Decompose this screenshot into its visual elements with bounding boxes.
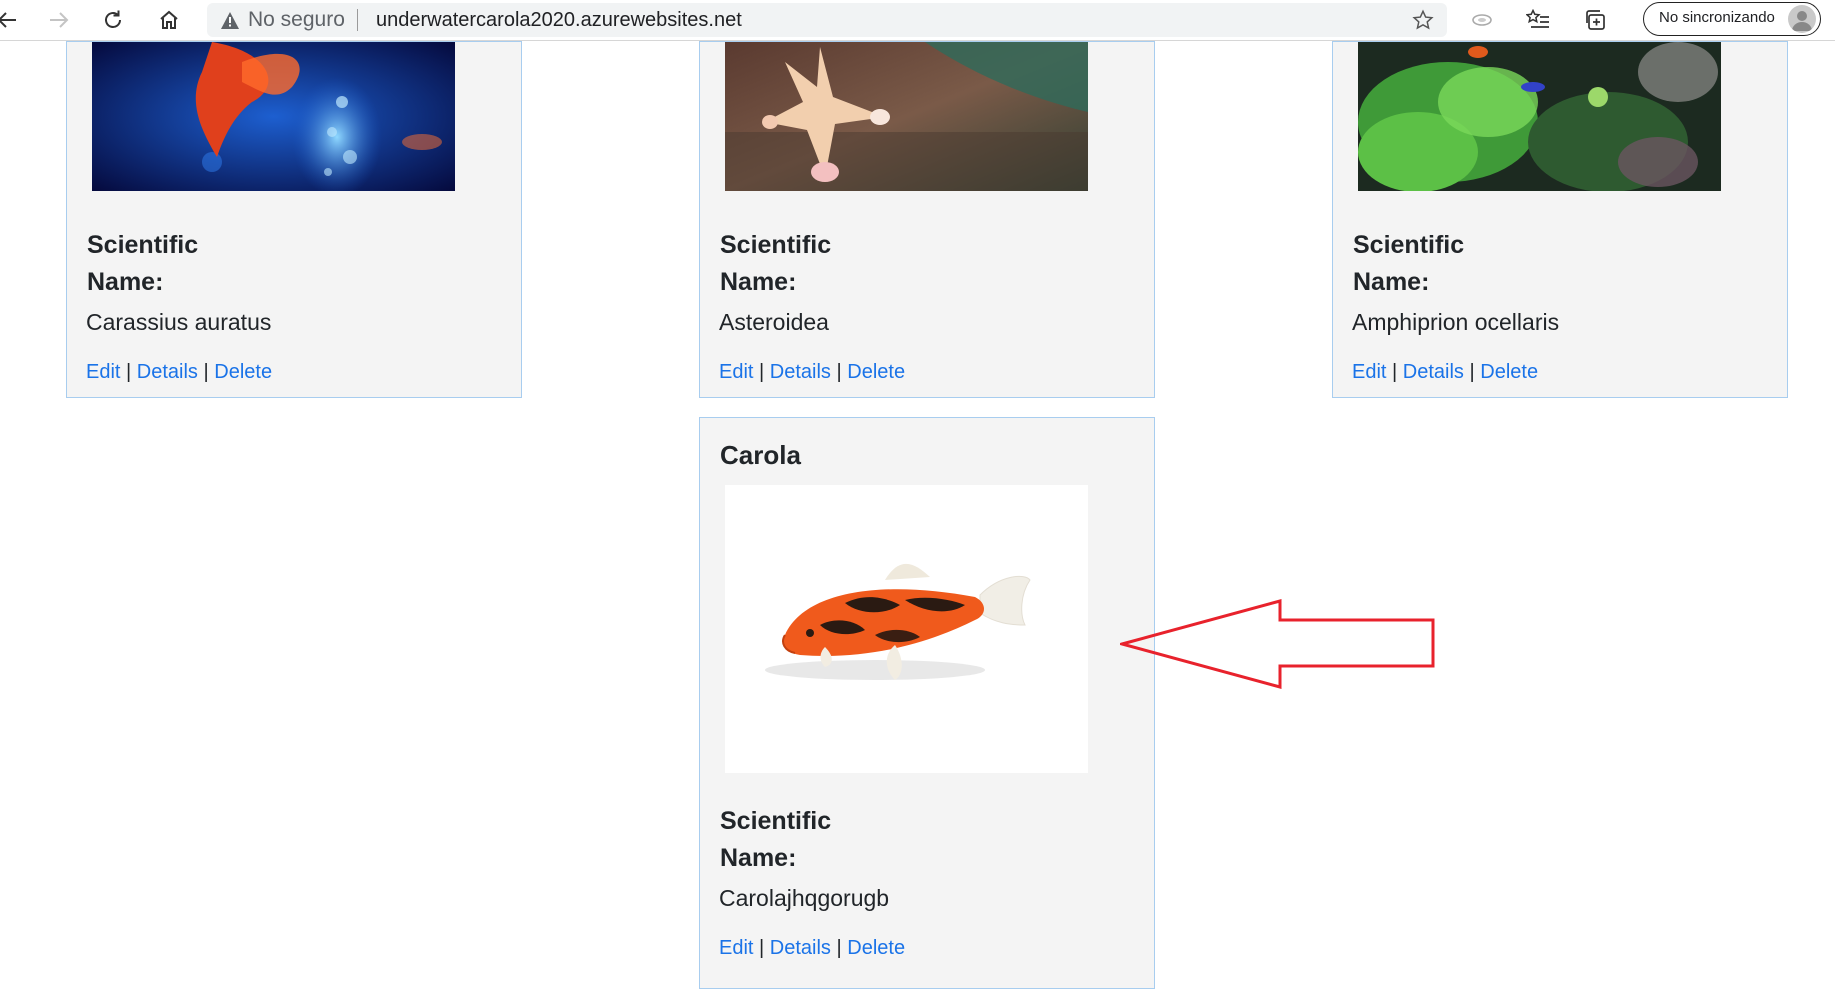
- favorites-list-icon[interactable]: [1523, 5, 1553, 35]
- scientific-name-value: Amphiprion ocellaris: [1352, 309, 1560, 335]
- label-line-2: Name:: [1353, 268, 1430, 296]
- scientific-name-label: Scientific Name:: [87, 227, 198, 301]
- address-separator: [357, 9, 358, 31]
- scientific-name-label: Scientific Name:: [1353, 227, 1464, 301]
- browser-toolbar: No seguro underwatercarola2020.azurewebs…: [0, 0, 1835, 41]
- scientific-name-label: Scientific Name:: [720, 803, 831, 877]
- separator: |: [126, 361, 132, 383]
- details-link[interactable]: Details: [1403, 361, 1464, 383]
- edit-link[interactable]: Edit: [86, 361, 120, 383]
- details-link[interactable]: Details: [137, 361, 198, 383]
- koi-image: [725, 485, 1088, 773]
- separator: |: [836, 937, 842, 959]
- separator: |: [759, 937, 765, 959]
- card-actions: Edit | Details | Delete: [1352, 361, 1538, 384]
- collections-icon[interactable]: [1581, 5, 1611, 35]
- goldfish-image: [92, 42, 455, 191]
- fish-card: Scientific Name: Carassius auratus Edit …: [66, 41, 522, 398]
- avatar: [1788, 5, 1816, 33]
- label-line-1: Scientific: [1353, 231, 1465, 259]
- card-actions: Edit | Details | Delete: [719, 937, 905, 960]
- back-arrow-icon[interactable]: [0, 5, 22, 35]
- label-line-1: Scientific: [720, 231, 832, 259]
- edit-link[interactable]: Edit: [719, 361, 753, 383]
- carola-card: Carola Scientific Name: Carolajhqgorugb …: [699, 417, 1155, 989]
- security-indicator[interactable]: No seguro: [220, 8, 345, 32]
- scientific-name-value: Carolajhqgorugb: [719, 885, 890, 911]
- edit-link[interactable]: Edit: [1352, 361, 1386, 383]
- tracking-prevention-icon[interactable]: [1467, 5, 1497, 35]
- separator: |: [203, 361, 209, 383]
- home-icon[interactable]: [154, 5, 184, 35]
- separator: |: [1392, 361, 1398, 383]
- label-line-1: Scientific: [720, 807, 832, 835]
- starfish-card: Scientific Name: Asteroidea Edit | Detai…: [699, 41, 1155, 398]
- delete-link[interactable]: Delete: [847, 361, 905, 383]
- annotation-arrow-icon: [1120, 599, 1435, 689]
- label-line-2: Name:: [720, 844, 797, 872]
- warning-icon: [221, 11, 239, 29]
- reef-image: [1358, 42, 1721, 191]
- delete-link[interactable]: Delete: [847, 937, 905, 959]
- security-label: No seguro: [248, 8, 345, 31]
- profile-sync-button[interactable]: No sincronizando: [1643, 2, 1821, 36]
- url-text[interactable]: underwatercarola2020.azurewebsites.net: [376, 6, 742, 34]
- favorite-star-icon[interactable]: [1408, 5, 1438, 35]
- label-line-1: Scientific: [87, 231, 199, 259]
- scientific-name-label: Scientific Name:: [720, 227, 831, 301]
- starfish-image: [725, 42, 1088, 191]
- separator: |: [836, 361, 842, 383]
- refresh-icon[interactable]: [98, 5, 128, 35]
- label-line-2: Name:: [87, 268, 164, 296]
- scientific-name-value: Carassius auratus: [86, 309, 272, 335]
- details-link[interactable]: Details: [770, 937, 831, 959]
- separator: |: [759, 361, 765, 383]
- delete-link[interactable]: Delete: [214, 361, 272, 383]
- details-link[interactable]: Details: [770, 361, 831, 383]
- separator: |: [1469, 361, 1475, 383]
- card-actions: Edit | Details | Delete: [719, 361, 905, 384]
- clownfish-card: Scientific Name: Amphiprion ocellaris Ed…: [1332, 41, 1788, 398]
- card-title: Carola: [720, 440, 801, 470]
- label-line-2: Name:: [720, 268, 797, 296]
- scientific-name-value: Asteroidea: [719, 309, 829, 335]
- sync-status-label: No sincronizando: [1659, 9, 1775, 26]
- card-actions: Edit | Details | Delete: [86, 361, 272, 384]
- delete-link[interactable]: Delete: [1480, 361, 1538, 383]
- edit-link[interactable]: Edit: [719, 937, 753, 959]
- forward-arrow-icon[interactable]: [44, 5, 74, 35]
